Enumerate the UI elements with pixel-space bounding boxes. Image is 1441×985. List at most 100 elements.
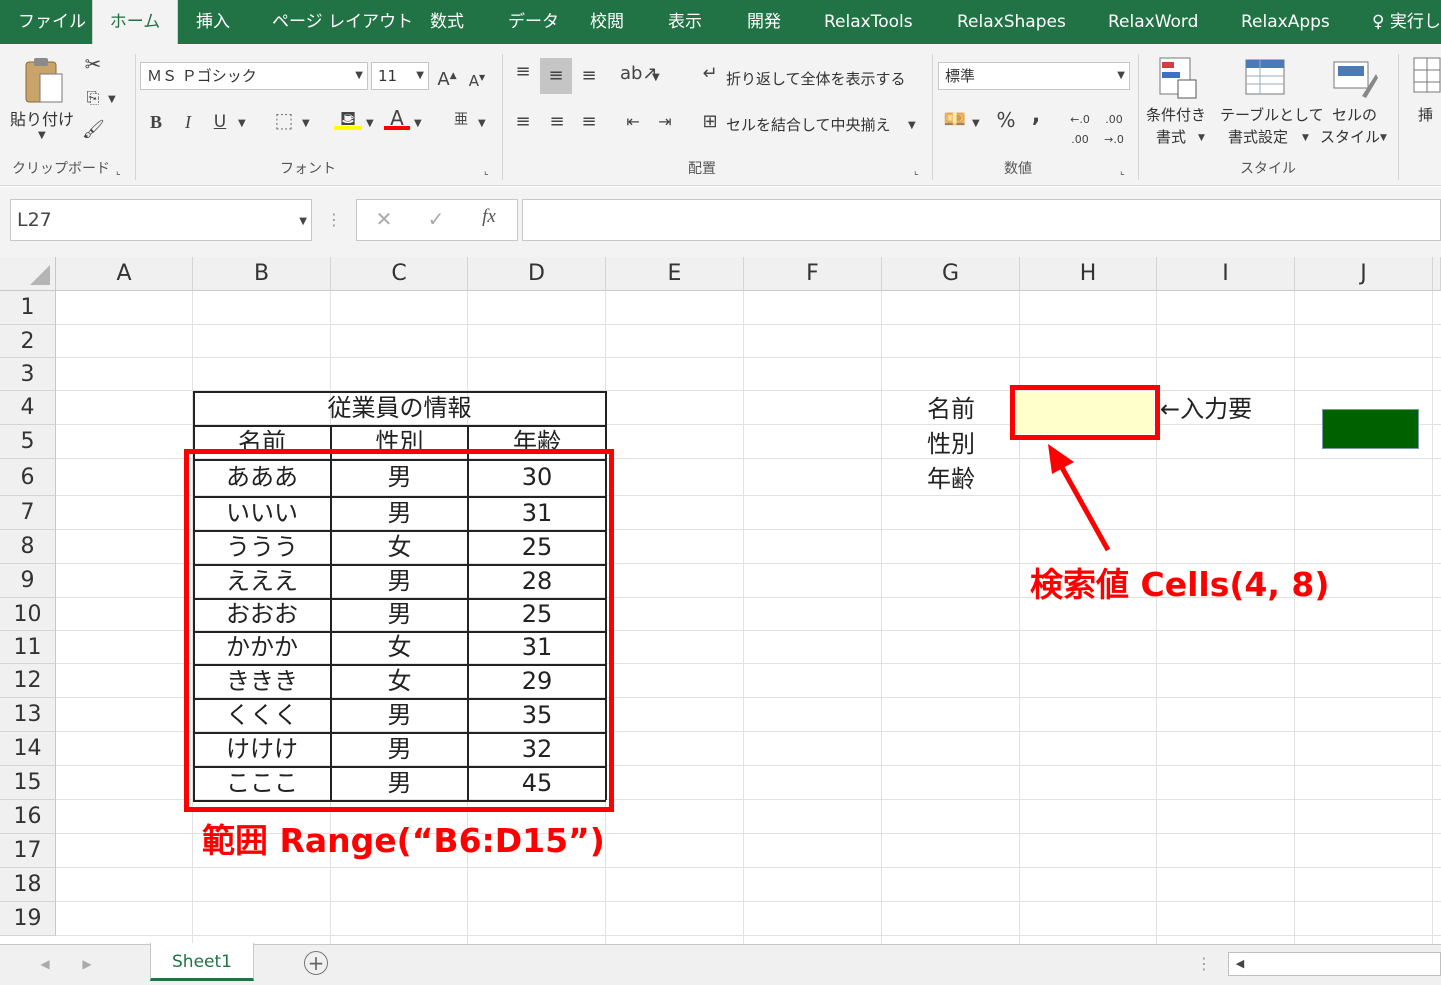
row-header-2[interactable]: 2 [0,325,56,358]
row-header-14[interactable]: 14 [0,732,56,766]
chevron-down-icon[interactable]: ▼ [478,114,486,134]
scroll-left-icon[interactable]: ◀ [38,954,52,974]
row-header-9[interactable]: 9 [0,564,56,598]
row-header-13[interactable]: 13 [0,698,56,732]
tab-home[interactable]: ホーム [92,0,178,44]
row-header-18[interactable]: 18 [0,868,56,902]
orientation-icon[interactable]: ab↗ [620,64,658,84]
align-center-icon[interactable]: ≡ [544,112,570,132]
row-header-3[interactable]: 3 [0,358,56,391]
select-all-button[interactable] [0,257,56,291]
row-header-19[interactable]: 19 [0,902,56,936]
row-header-10[interactable]: 10 [0,598,56,631]
chevron-down-icon[interactable]: ▼ [302,114,310,134]
column-header-j[interactable]: J [1295,257,1433,291]
fill-color-icon[interactable]: ⛾ [334,108,362,130]
sheet-tab-sheet1[interactable]: Sheet1 [150,943,254,981]
cancel-icon[interactable]: ✕ [372,209,396,229]
chevron-down-icon[interactable]: ▼ [972,114,980,134]
insert-function-button[interactable]: fx [476,207,502,227]
column-header-h[interactable]: H [1020,257,1157,291]
decrease-indent-icon[interactable]: ⇤ [620,112,646,132]
scroll-right-icon[interactable]: ▶ [80,954,94,974]
decrease-decimal-icon[interactable]: .00 →.0 [1100,110,1128,150]
borders-icon[interactable]: ⬚ [272,110,296,130]
increase-font-icon[interactable]: A▲ [436,66,458,90]
green-shape[interactable] [1322,409,1419,449]
row-header-4[interactable]: 4 [0,391,56,425]
insert-cells-button[interactable]: 挿 [1406,54,1441,134]
font-color-icon[interactable]: A [384,108,410,130]
font-size-select[interactable]: 11 ▼ [371,62,429,90]
comma-button[interactable]: , [1028,105,1044,127]
align-right-icon[interactable]: ≡ [576,112,602,132]
currency-icon[interactable]: 💴 [942,110,968,130]
cut-icon[interactable]: ✂ [82,54,104,74]
chevron-down-icon[interactable]: ▼ [366,114,374,134]
cell-styles-button[interactable]: セルの スタイル ▼ [1318,54,1392,150]
dialog-launcher-icon[interactable]: ⌞ [116,162,121,182]
tab-data[interactable]: データ [508,0,559,44]
align-middle-icon[interactable]: ≡ [540,58,572,94]
dialog-launcher-icon[interactable]: ⌞ [914,162,919,182]
tab-formulas[interactable]: 数式 [430,0,464,44]
formula-input[interactable] [522,199,1441,241]
format-as-table-button[interactable]: テーブルとして 書式設定 ▼ [1218,54,1324,150]
row-header-11[interactable]: 11 [0,631,56,664]
copy-icon[interactable]: ⎘ [82,88,104,108]
underline-button[interactable]: U [210,112,230,132]
tab-view[interactable]: 表示 [668,0,702,44]
dialog-launcher-icon[interactable]: ⌞ [484,162,489,182]
wrap-text-icon[interactable]: ↵ [698,64,722,84]
align-left-icon[interactable]: ≡ [510,112,536,132]
row-header-12[interactable]: 12 [0,664,56,698]
row-header-5[interactable]: 5 [0,425,56,459]
align-top-icon[interactable]: ≡ [510,62,536,82]
column-header-c[interactable]: C [331,257,468,291]
tab-developer[interactable]: 開発 [747,0,781,44]
wrap-text-button[interactable]: 折り返して全体を表示する [726,68,906,89]
chevron-down-icon[interactable]: ▼ [908,116,916,136]
phonetic-icon[interactable]: 亜 [450,110,472,130]
tab-review[interactable]: 校閲 [590,0,624,44]
number-format-select[interactable]: 標準 ▼ [938,62,1130,90]
column-header-f[interactable]: F [744,257,882,291]
enter-icon[interactable]: ✓ [424,209,448,229]
chevron-down-icon[interactable]: ▼ [108,90,116,110]
chevron-down-icon[interactable]: ▼ [238,114,246,134]
column-header-i[interactable]: I [1157,257,1295,291]
percent-button[interactable]: % [994,110,1018,130]
tab-relaxword[interactable]: RelaxWord [1108,0,1198,44]
row-header-15[interactable]: 15 [0,766,56,800]
add-sheet-icon[interactable]: + [304,951,328,975]
row-header-17[interactable]: 17 [0,834,56,868]
merge-icon[interactable]: ⊞ [698,112,722,132]
chevron-down-icon[interactable]: ▼ [652,68,660,88]
tab-page-layout[interactable]: ページ レイアウト [272,0,413,44]
horizontal-scrollbar[interactable]: ◀ [1228,952,1441,976]
decrease-font-icon[interactable]: A▼ [466,68,488,91]
tell-me-search[interactable]: ♀ 実行し [1372,0,1441,44]
paste-button[interactable]: 貼り付け ▼ [8,54,76,144]
column-header-a[interactable]: A [56,257,193,291]
row-header-7[interactable]: 7 [0,496,56,530]
merge-center-button[interactable]: セルを結合して中央揃え [726,114,891,135]
tab-insert[interactable]: 挿入 [196,0,230,44]
scroll-left-arrow-icon[interactable]: ◀ [1231,954,1249,974]
column-header-b[interactable]: B [193,257,331,291]
row-header-8[interactable]: 8 [0,530,56,564]
tab-file[interactable]: ファイル [18,0,86,44]
name-box[interactable]: L27 ▼ [10,199,312,241]
row-header-16[interactable]: 16 [0,800,56,834]
increase-decimal-icon[interactable]: ←.0.00 [1066,110,1094,150]
tab-relaxapps[interactable]: RelaxApps [1241,0,1330,44]
bold-button[interactable]: B [146,112,166,132]
font-name-select[interactable]: ＭＳ Ｐゴシック ▼ [140,62,368,90]
tab-relaxshapes[interactable]: RelaxShapes [957,0,1066,44]
chevron-down-icon[interactable]: ▼ [414,114,422,134]
row-header-6[interactable]: 6 [0,459,56,496]
row-header-1[interactable]: 1 [0,291,56,325]
increase-indent-icon[interactable]: ⇥ [652,112,678,132]
conditional-format-button[interactable]: 条件付き 書式 ▼ [1142,54,1216,150]
italic-button[interactable]: I [178,112,198,132]
